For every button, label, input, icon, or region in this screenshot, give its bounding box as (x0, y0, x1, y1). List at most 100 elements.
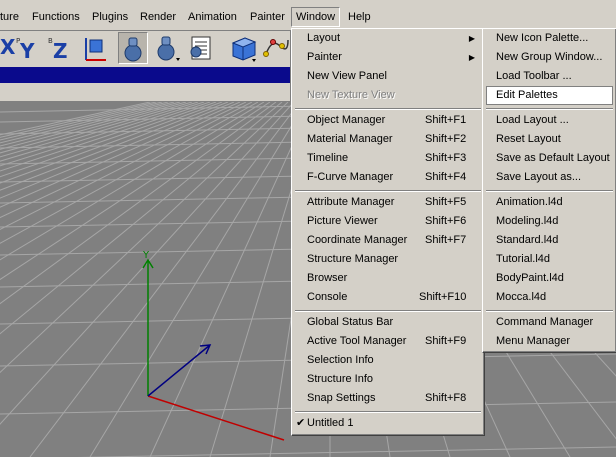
menu-item-picture-viewer[interactable]: Picture Viewer Shift+F6 (295, 212, 481, 231)
menu-item-save-as-default-layout[interactable]: Save as Default Layout (486, 149, 613, 168)
menu-item-load-layout[interactable]: Load Layout ... (486, 111, 613, 130)
window-menu: Layout ▶ Painter ▶ New View Panel New Text… (291, 28, 485, 436)
menu-item-coordinate-manager[interactable]: Coordinate Manager Shift+F7 (295, 231, 481, 250)
menu-painter[interactable]: Painter (246, 8, 289, 26)
menu-item-material-manager[interactable]: Material Manager Shift+F2 (295, 130, 481, 149)
menu-item-layout-animation[interactable]: Animation.l4d (486, 193, 613, 212)
menu-item-console[interactable]: Console Shift+F10 (295, 288, 481, 307)
menu-item-structure-info[interactable]: Structure Info (295, 370, 481, 389)
menu-item-edit-palettes[interactable]: Edit Palettes (486, 86, 613, 105)
menu-item-layout-bodypaint[interactable]: BodyPaint.l4d (486, 269, 613, 288)
menu-item-label: Material Manager (307, 133, 393, 145)
menu-structure[interactable]: ture (0, 8, 23, 26)
view-menu-bar (0, 83, 290, 102)
menu-item-label: Layout (307, 32, 341, 44)
menu-window[interactable]: Window (291, 7, 341, 27)
render-in-picture-viewer-icon[interactable] (152, 32, 182, 64)
menu-item-label: BodyPaint.l4d (496, 272, 564, 284)
menu-plugins[interactable]: Plugins (88, 8, 132, 26)
menu-item-label: Timeline (307, 152, 349, 164)
menu-separator (486, 190, 613, 192)
menu-item-label: Structure Info (307, 373, 374, 385)
menu-item-menu-manager[interactable]: Menu Manager (486, 332, 613, 351)
menu-item-label: Mocca.l4d (496, 291, 547, 303)
cube-primitive-icon[interactable] (228, 32, 258, 64)
menu-item-label: Load Toolbar ... (496, 70, 572, 82)
menu-item-label: New Icon Palette... (496, 32, 589, 44)
menu-item-label: Command Manager (496, 316, 594, 328)
menu-item-label: Console (307, 291, 348, 303)
menu-item-load-toolbar[interactable]: Load Toolbar ... (486, 67, 613, 86)
menu-item-structure-manager[interactable]: Structure Manager (295, 250, 481, 269)
menu-item-label: Edit Palettes (496, 89, 558, 101)
render-settings-icon[interactable] (186, 32, 216, 64)
menu-item-label: Painter (307, 51, 342, 63)
menu-item-label: Snap Settings (307, 392, 376, 404)
menu-item-snap-settings[interactable]: Snap Settings Shift+F8 (295, 389, 481, 408)
menu-item-label: Active Tool Manager (307, 335, 407, 347)
menu-item-layout-standard[interactable]: Standard.l4d (486, 231, 613, 250)
menu-item-label: New Group Window... (496, 51, 603, 63)
menu-separator (486, 108, 613, 110)
menu-item-label: Attribute Manager (307, 196, 395, 208)
menu-item-new-view-panel[interactable]: New View Panel (295, 67, 481, 86)
submenu-arrow-icon: ▶ (468, 53, 475, 62)
menu-item-active-tool-manager[interactable]: Active Tool Manager Shift+F9 (295, 332, 481, 351)
menu-item-untitled-1[interactable]: ✔ Untitled 1 (295, 414, 481, 433)
command-toolbar: X PY BZ (0, 31, 290, 67)
menu-item-reset-layout[interactable]: Reset Layout (486, 130, 613, 149)
menu-item-object-manager[interactable]: Object Manager Shift+F1 (295, 111, 481, 130)
spline-icon[interactable] (260, 32, 290, 64)
menu-item-selection-info[interactable]: Selection Info (295, 351, 481, 370)
menu-item-global-status-bar[interactable]: Global Status Bar (295, 313, 481, 332)
menu-item-command-manager[interactable]: Command Manager (486, 313, 613, 332)
menu-item-label: Load Layout ... (496, 114, 569, 126)
menu-item-layout-mocca[interactable]: Mocca.l4d (486, 288, 613, 307)
menu-item-layout-modeling[interactable]: Modeling.l4d (486, 212, 613, 231)
menu-item-label: Menu Manager (496, 335, 570, 347)
menu-item-label: Animation.l4d (496, 196, 563, 208)
menu-bar: ture Functions Plugins Render Animation … (0, 0, 616, 31)
menu-animation[interactable]: Animation (184, 8, 241, 26)
menu-item-layout-tutorial[interactable]: Tutorial.l4d (486, 250, 613, 269)
menu-item-painter[interactable]: Painter ▶ (295, 48, 481, 67)
z-axis-lock-icon[interactable]: BZ (44, 32, 74, 64)
menu-item-label: Tutorial.l4d (496, 253, 551, 265)
submenu-arrow-icon: ▶ (468, 34, 475, 43)
y-axis-lock-icon[interactable]: PY (12, 32, 42, 64)
menu-item-label: New Texture View (307, 89, 395, 101)
menu-functions[interactable]: Functions (28, 8, 84, 26)
menu-item-shortcut: Shift+F5 (425, 196, 467, 208)
menu-item-shortcut: Shift+F10 (419, 291, 467, 303)
y-axis-label: Y (142, 250, 150, 261)
menu-item-label: Untitled 1 (307, 417, 354, 429)
menu-item-timeline[interactable]: Timeline Shift+F3 (295, 149, 481, 168)
menu-item-f-curve-manager[interactable]: F-Curve Manager Shift+F4 (295, 168, 481, 187)
view-title-bar (0, 67, 290, 83)
menu-item-new-icon-palette[interactable]: New Icon Palette... (486, 29, 613, 48)
menu-item-attribute-manager[interactable]: Attribute Manager Shift+F5 (295, 193, 481, 212)
menu-item-label: Modeling.l4d (496, 215, 559, 227)
menu-item-shortcut: Shift+F2 (425, 133, 467, 145)
menu-separator (295, 108, 481, 110)
menu-separator (295, 190, 481, 192)
menu-render[interactable]: Render (136, 8, 180, 26)
menu-item-shortcut: Shift+F4 (425, 171, 467, 183)
menu-item-new-group-window[interactable]: New Group Window... (486, 48, 613, 67)
layout-submenu: New Icon Palette... New Group Window... … (482, 28, 616, 353)
coordinate-system-icon[interactable] (80, 32, 110, 64)
menu-separator (486, 310, 613, 312)
menu-separator (295, 411, 481, 413)
menu-item-browser[interactable]: Browser (295, 269, 481, 288)
menu-item-shortcut: Shift+F1 (425, 114, 467, 126)
menu-item-label: Global Status Bar (307, 316, 394, 328)
menu-item-save-layout-as[interactable]: Save Layout as... (486, 168, 613, 187)
menu-item-label: Browser (307, 272, 348, 284)
menu-item-shortcut: Shift+F6 (425, 215, 467, 227)
svg-text:Y: Y (19, 39, 35, 63)
menu-item-label: Reset Layout (496, 133, 561, 145)
render-active-view-icon[interactable] (118, 32, 148, 64)
menu-item-label: Object Manager (307, 114, 386, 126)
menu-help[interactable]: Help (344, 8, 375, 26)
menu-item-layout[interactable]: Layout ▶ (295, 29, 481, 48)
